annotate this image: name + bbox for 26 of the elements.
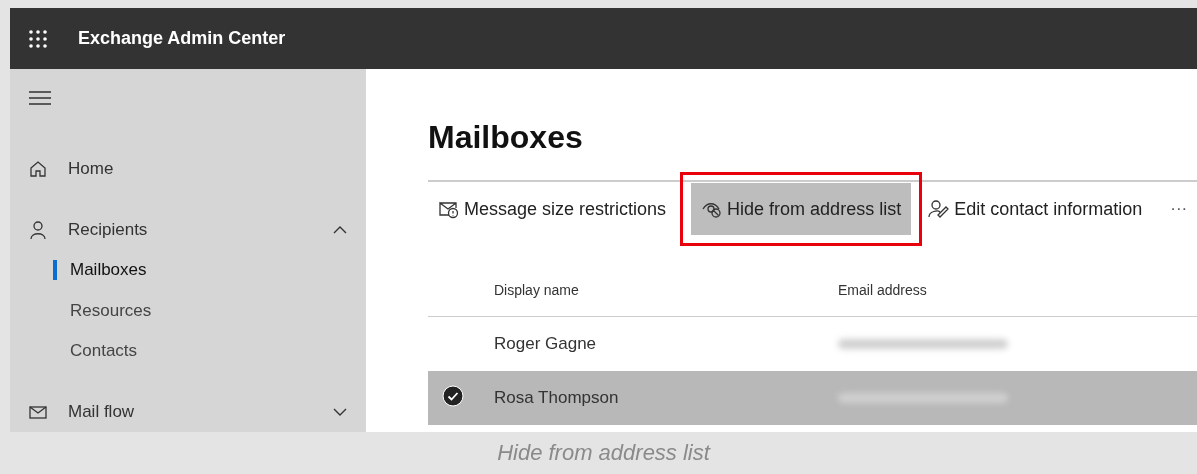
table-cell-text: Roger Gagne xyxy=(494,334,598,354)
page-title: Mailboxes xyxy=(428,119,584,156)
nav-subitem[interactable]: Contacts xyxy=(28,330,366,372)
table-row[interactable]: Rosa Thompson xyxy=(428,371,1197,425)
home-icon xyxy=(28,159,48,180)
toolbar-button[interactable]: Hide from address list xyxy=(691,183,912,235)
chevron-icon xyxy=(332,406,348,417)
nav-subitem[interactable]: Resources xyxy=(28,290,366,331)
table-cell-text: Rosa Thompson xyxy=(494,388,620,408)
nav-item[interactable]: Mail flow xyxy=(28,391,348,432)
app-title: Exchange Admin Center xyxy=(78,28,286,49)
nav-item[interactable]: Recipients xyxy=(28,209,348,250)
toolbar-button[interactable]: Edit contact information xyxy=(926,183,1153,235)
mail-alert-icon xyxy=(438,199,460,219)
chevron-icon xyxy=(332,224,348,235)
nav-item[interactable]: Home xyxy=(28,148,348,190)
more-button[interactable]: ··· xyxy=(1164,198,1194,220)
check-circle-icon xyxy=(442,385,464,407)
caption: Hide from address list xyxy=(497,440,710,466)
column-header[interactable]: Email address xyxy=(838,282,1197,298)
person-icon xyxy=(28,219,48,240)
nav-subitem[interactable]: Mailboxes xyxy=(28,249,366,291)
person-edit-icon xyxy=(928,199,951,219)
toolbar-button[interactable]: Message size restrictions xyxy=(436,183,677,235)
column-header[interactable]: Display name xyxy=(494,282,838,298)
app-launcher-icon[interactable] xyxy=(28,28,48,49)
